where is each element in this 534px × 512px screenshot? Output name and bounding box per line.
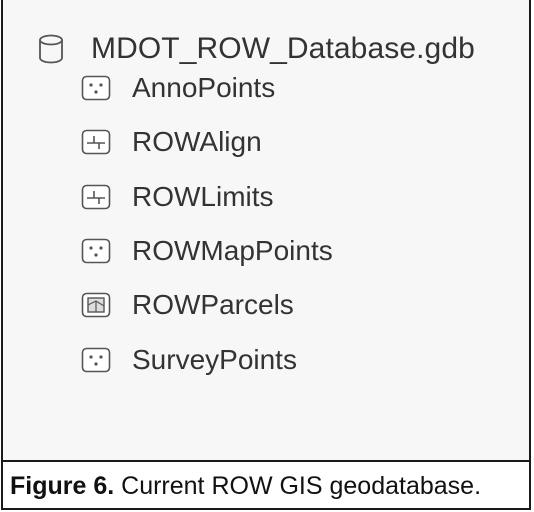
tree-item-label: ROWAlign <box>132 126 262 157</box>
tree-item-surveypoints[interactable]: SurveyPoints <box>81 338 297 382</box>
line-feature-class-icon <box>81 184 111 210</box>
tree-item-label: MDOT_ROW_Database.gdb <box>91 32 475 65</box>
point-feature-class-icon <box>81 238 111 264</box>
tree-item-annopoints[interactable]: AnnoPoints <box>81 66 275 110</box>
caption-label: Figure 6. <box>10 472 115 500</box>
geodatabase-icon <box>39 34 63 64</box>
point-feature-class-icon <box>81 347 111 373</box>
caption-divider <box>3 460 529 462</box>
tree-item-label: AnnoPoints <box>132 72 276 103</box>
catalog-tree: MDOT_ROW_Database.gdb AnnoPoints ROWAlig… <box>3 0 529 460</box>
polygon-feature-class-icon <box>81 292 111 318</box>
figure-caption: Figure 6. Current ROW GIS geodatabase. <box>10 466 525 506</box>
tree-item-label: SurveyPoints <box>132 344 297 375</box>
tree-item-rowmappoints[interactable]: ROWMapPoints <box>81 229 333 273</box>
point-feature-class-icon <box>81 75 111 101</box>
line-feature-class-icon <box>81 129 111 155</box>
caption-text: Current ROW GIS geodatabase. <box>114 472 482 500</box>
tree-item-label: ROWLimits <box>132 181 274 212</box>
tree-item-rowparcels[interactable]: ROWParcels <box>81 283 294 327</box>
tree-item-rowlimits[interactable]: ROWLimits <box>81 175 274 219</box>
tree-item-label: ROWMapPoints <box>132 235 333 266</box>
tree-item-rowalign[interactable]: ROWAlign <box>81 120 262 164</box>
tree-item-label: ROWParcels <box>132 289 294 320</box>
